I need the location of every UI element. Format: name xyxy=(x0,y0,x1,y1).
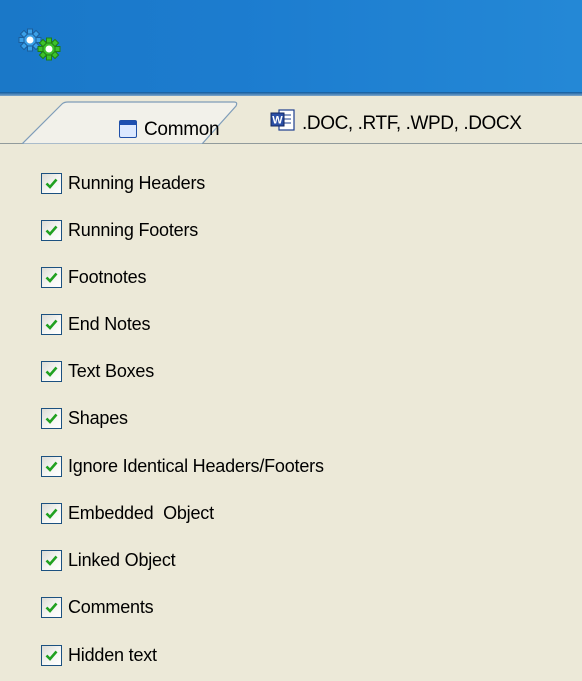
footnotes-checkbox[interactable] xyxy=(41,266,62,288)
tab-common[interactable]: Common xyxy=(22,100,240,144)
shapes-checkbox[interactable] xyxy=(41,407,62,429)
option-running-footers[interactable]: Running Footers xyxy=(41,217,198,243)
option-running-headers[interactable]: Running Headers xyxy=(41,170,205,196)
ignore-identical-headers-footers-label: Ignore Identical Headers/Footers xyxy=(68,455,324,476)
option-end-notes[interactable]: End Notes xyxy=(41,311,150,337)
option-linked-object[interactable]: Linked Object xyxy=(41,547,176,573)
running-footers-label: Running Footers xyxy=(68,219,199,240)
end-notes-label: End Notes xyxy=(68,313,151,334)
running-headers-checkbox[interactable] xyxy=(41,172,62,194)
hidden-text-checkbox[interactable] xyxy=(41,644,62,666)
shapes-label: Shapes xyxy=(68,407,128,428)
tab-strip: Common W .DOC, .RTF, .WPD, .DOCX xyxy=(0,96,582,152)
gears-icon xyxy=(18,28,61,61)
embedded-object-checkbox[interactable] xyxy=(41,502,62,524)
option-footnotes[interactable]: Footnotes xyxy=(41,264,146,290)
tab-common-label: Common xyxy=(144,119,220,140)
option-hidden-text[interactable]: Hidden text xyxy=(41,642,157,668)
footnotes-label: Footnotes xyxy=(68,266,147,287)
text-boxes-checkbox[interactable] xyxy=(41,360,62,382)
text-boxes-label: Text Boxes xyxy=(68,360,155,381)
option-ignore-identical-headers-footers[interactable]: Ignore Identical Headers/Footers xyxy=(41,453,324,479)
window-icon xyxy=(119,120,137,138)
linked-object-checkbox[interactable] xyxy=(41,549,62,571)
comments-checkbox[interactable] xyxy=(41,596,62,618)
tab-doc-formats-label: .DOC, .RTF, .WPD, .DOCX xyxy=(302,113,522,134)
option-comments[interactable]: Comments xyxy=(41,594,154,620)
embedded-object-label: Embedded Object xyxy=(68,502,214,523)
word-document-icon: W xyxy=(270,109,295,131)
tab-doc-formats[interactable]: W .DOC, .RTF, .WPD, .DOCX xyxy=(262,96,582,142)
linked-object-label: Linked Object xyxy=(68,549,176,570)
hidden-text-label: Hidden text xyxy=(68,644,157,665)
option-shapes[interactable]: Shapes xyxy=(41,405,128,431)
comments-label: Comments xyxy=(68,596,154,617)
end-notes-checkbox[interactable] xyxy=(41,313,62,335)
header-bar xyxy=(0,0,582,92)
option-text-boxes[interactable]: Text Boxes xyxy=(41,358,154,384)
running-footers-checkbox[interactable] xyxy=(41,219,62,241)
option-embedded-object[interactable]: Embedded Object xyxy=(41,500,214,526)
ignore-identical-headers-footers-checkbox[interactable] xyxy=(41,455,62,477)
running-headers-label: Running Headers xyxy=(68,172,206,193)
svg-text:W: W xyxy=(272,115,283,127)
